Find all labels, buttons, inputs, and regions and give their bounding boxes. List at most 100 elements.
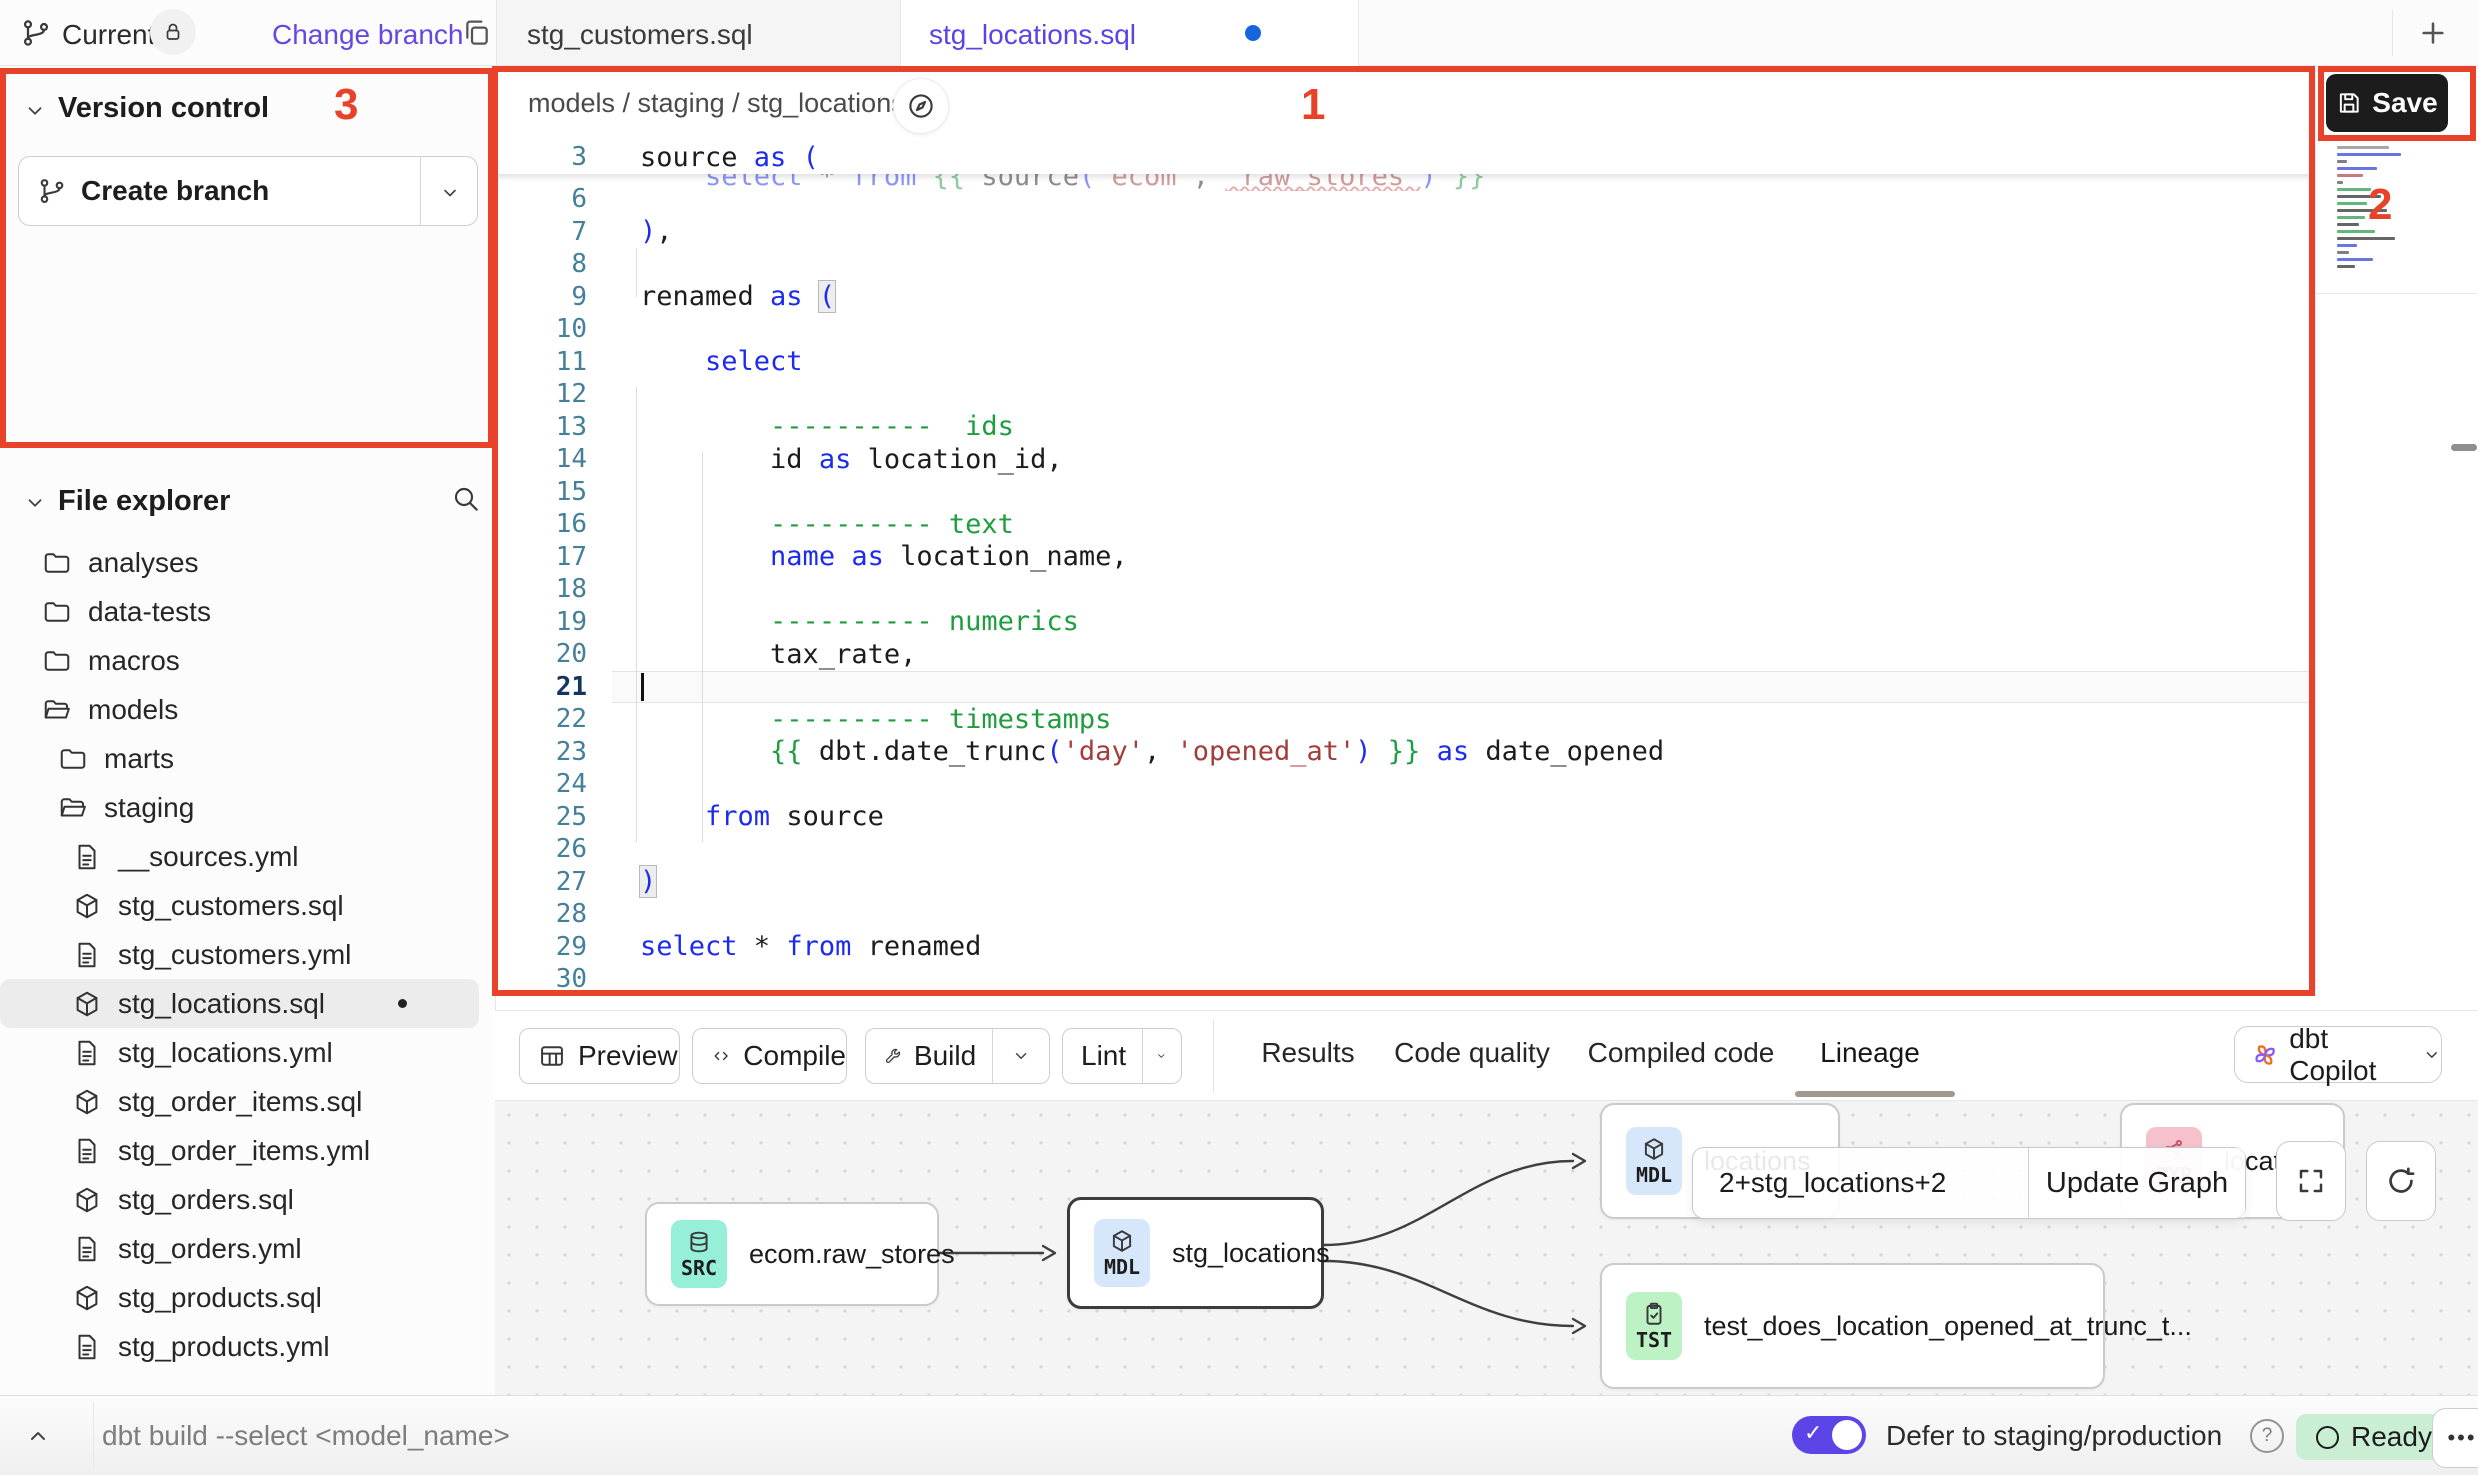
dbt-copilot-button[interactable]: dbt Copilot xyxy=(2234,1026,2442,1083)
tab-stg-customers-sql[interactable]: stg_customers.sql xyxy=(497,0,901,66)
minimap-line xyxy=(2337,209,2387,212)
scrollbar-thumb[interactable] xyxy=(2451,444,2477,451)
lineage-node-source[interactable]: SRC ecom.raw_stores xyxy=(645,1202,939,1306)
file-name: analyses xyxy=(88,547,199,579)
defer-toggle[interactable]: ✓ xyxy=(1792,1416,1866,1454)
panel-tab-code-quality[interactable]: Code quality xyxy=(1394,1037,1550,1069)
code-lines[interactable]: 67),89renamed as (1011 select1213 ------… xyxy=(495,183,2315,996)
code-line[interactable]: 10 xyxy=(495,313,2315,346)
lint-button[interactable]: Lint xyxy=(1062,1028,1182,1084)
file-tree-item[interactable]: stg_customers.yml xyxy=(0,930,495,979)
code-line[interactable]: 21 xyxy=(495,671,2315,704)
code-line[interactable]: 25 from source xyxy=(495,801,2315,834)
file-tree-item[interactable]: staging xyxy=(0,783,495,832)
lineage-canvas[interactable]: SRC ecom.raw_stores MDL stg_locations MD… xyxy=(495,1100,2478,1396)
file-tree-item[interactable]: stg_customers.sql xyxy=(0,881,495,930)
code-line[interactable]: 29select * from renamed xyxy=(495,931,2315,964)
clipped-line: select * from {{ source('ecom', 'raw_sto… xyxy=(495,174,2315,191)
code-line[interactable]: 30 xyxy=(495,963,2315,996)
clipboard-check-icon xyxy=(1641,1301,1667,1327)
code-line[interactable]: 22 ---------- timestamps xyxy=(495,703,2315,736)
lineage-node-stg-locations[interactable]: MDL stg_locations xyxy=(1067,1197,1324,1309)
file-name: data-tests xyxy=(88,596,211,628)
save-button[interactable]: Save xyxy=(2326,74,2448,132)
code-line[interactable]: 17 name as location_name, xyxy=(495,541,2315,574)
file-tree-item[interactable]: stg_order_items.sql xyxy=(0,1077,495,1126)
copilot-label: dbt Copilot xyxy=(2289,1023,2407,1087)
collapse-chevron-up-icon[interactable] xyxy=(26,1424,50,1448)
panel-tab-lineage[interactable]: Lineage xyxy=(1820,1037,1920,1069)
file-tree[interactable]: analyses data-tests macrosmodelsmarts stagi… xyxy=(0,538,495,1371)
lineage-compass-button[interactable] xyxy=(893,78,949,134)
file-tree-item[interactable]: marts xyxy=(0,734,495,783)
code-line[interactable]: 18 xyxy=(495,573,2315,606)
code-line[interactable]: 16 ---------- text xyxy=(495,508,2315,541)
code-line[interactable]: 9renamed as ( xyxy=(495,281,2315,314)
refresh-button[interactable] xyxy=(2366,1141,2436,1221)
file-tree-item[interactable]: analyses xyxy=(0,538,495,587)
code-line[interactable]: 26 xyxy=(495,833,2315,866)
new-tab-plus-button[interactable] xyxy=(2417,17,2449,49)
model-icon xyxy=(72,891,102,921)
fullscreen-button[interactable] xyxy=(2276,1141,2346,1221)
code-line[interactable]: 13 ---------- ids xyxy=(495,411,2315,444)
chevron-down-icon[interactable] xyxy=(993,1047,1049,1065)
file-tree-item[interactable]: stg_orders.yml xyxy=(0,1224,495,1273)
code-line[interactable]: 8 xyxy=(495,248,2315,281)
code-line[interactable]: 15 xyxy=(495,476,2315,509)
panel-tab-compiled-code[interactable]: Compiled code xyxy=(1588,1037,1775,1069)
code-line[interactable]: 27) xyxy=(495,866,2315,899)
chevron-down-icon[interactable] xyxy=(1142,1047,1181,1065)
preview-button[interactable]: Preview xyxy=(519,1028,680,1084)
code-line[interactable]: 12 xyxy=(495,378,2315,411)
breadcrumb: models / staging / stg_locations.sql xyxy=(528,88,947,119)
file-tree-item[interactable]: stg_products.sql xyxy=(0,1273,495,1322)
lineage-filter-input[interactable]: 2+stg_locations+2 xyxy=(1693,1148,2028,1218)
panel-tab-results[interactable]: Results xyxy=(1261,1037,1354,1069)
file-tree-item[interactable]: data-tests xyxy=(0,587,495,636)
code-editor: models / staging / stg_locations.sql 3 s… xyxy=(495,66,2315,996)
chevron-down-icon[interactable] xyxy=(24,492,46,514)
file-tree-item[interactable]: macros xyxy=(0,636,495,685)
code-line[interactable]: 14 id as location_id, xyxy=(495,443,2315,476)
change-branch-link[interactable]: Change branch xyxy=(272,19,463,51)
code-line[interactable]: 28 xyxy=(495,898,2315,931)
minimap[interactable] xyxy=(2337,146,2427,268)
file-tree-item[interactable]: stg_order_items.yml xyxy=(0,1126,495,1175)
file-name: stg_locations.sql xyxy=(118,988,325,1020)
line-number: 11 xyxy=(495,347,612,377)
ready-status-badge[interactable]: Ready xyxy=(2296,1414,2452,1460)
file-tree-item[interactable]: __sources.yml xyxy=(0,832,495,881)
chevron-down-icon[interactable] xyxy=(440,183,460,203)
ready-label: Ready xyxy=(2351,1421,2432,1453)
code-line[interactable]: 11 select xyxy=(495,346,2315,379)
command-input[interactable]: dbt build --select <model_name> xyxy=(102,1420,510,1452)
search-icon[interactable] xyxy=(450,483,482,515)
file-tree-item[interactable]: stg_orders.sql xyxy=(0,1175,495,1224)
code-line[interactable]: 7), xyxy=(495,216,2315,249)
file-tree-item[interactable]: stg_locations.yml xyxy=(0,1028,495,1077)
file-name: staging xyxy=(104,792,194,824)
copy-icon[interactable] xyxy=(460,17,492,49)
build-button[interactable]: Build xyxy=(865,1028,1050,1084)
code-line[interactable]: 24 xyxy=(495,768,2315,801)
chevron-down-icon[interactable] xyxy=(24,100,46,122)
help-icon[interactable]: ? xyxy=(2250,1419,2284,1453)
file-tree-item[interactable]: models xyxy=(0,685,495,734)
minimap-line xyxy=(2337,216,2365,219)
file-tree-item[interactable]: stg_locations.sql xyxy=(0,979,479,1028)
code-line[interactable]: 19 ---------- numerics xyxy=(495,606,2315,639)
code-area[interactable]: 3 source as ( select * from {{ source('e… xyxy=(495,140,2315,996)
create-branch-button[interactable]: Create branch xyxy=(18,156,478,226)
tab-stg-locations-sql[interactable]: stg_locations.sql xyxy=(901,0,1359,66)
more-options-button[interactable]: ••• xyxy=(2432,1408,2478,1468)
lineage-node-test[interactable]: TST test_does_location_opened_at_trunc_t… xyxy=(1600,1263,2105,1389)
model-badge: MDL xyxy=(1094,1219,1150,1287)
line-number: 17 xyxy=(495,542,612,572)
compile-button[interactable]: Compile xyxy=(692,1028,847,1084)
update-graph-button[interactable]: Update Graph xyxy=(2028,1148,2245,1218)
code-line[interactable]: 20 tax_rate, xyxy=(495,638,2315,671)
line-number: 24 xyxy=(495,769,612,799)
file-tree-item[interactable]: stg_products.yml xyxy=(0,1322,495,1371)
code-line[interactable]: 23 {{ dbt.date_trunc('day', 'opened_at')… xyxy=(495,736,2315,769)
